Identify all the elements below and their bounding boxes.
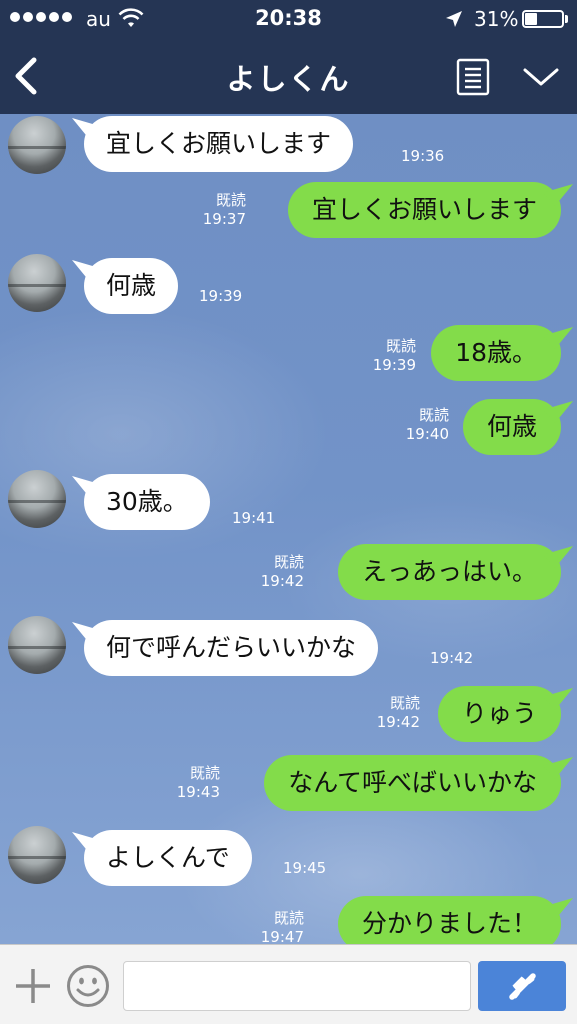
plus-icon	[16, 969, 50, 1003]
message-time: 19:45	[283, 859, 327, 877]
battery-icon	[522, 10, 564, 28]
attach-button[interactable]	[14, 967, 52, 1005]
chevron-down-icon	[523, 68, 559, 86]
status-bar: au 20:38 31%	[0, 0, 577, 38]
outgoing-message[interactable]: なんて呼べばいいかな	[264, 755, 561, 811]
message-time: 19:43	[176, 783, 220, 801]
message-time: 19:41	[232, 509, 276, 527]
incoming-message[interactable]: 宜しくお願いします	[84, 116, 354, 172]
outgoing-message[interactable]: 何歳	[462, 399, 561, 455]
message-meta: 既読 19:40	[403, 406, 449, 444]
smiley-icon	[67, 965, 109, 1007]
composer-bar	[0, 944, 577, 1024]
read-receipt: 既読	[273, 909, 304, 927]
read-receipt: 既読	[215, 191, 246, 209]
message-time: 19:39	[372, 356, 416, 374]
read-receipt: 既読	[389, 694, 420, 712]
chat-header: よしくん	[0, 38, 577, 114]
phone-icon	[509, 973, 536, 1000]
battery-percent: 31%	[474, 7, 519, 31]
message-meta: 既読 19:39	[370, 337, 416, 375]
menu-button[interactable]	[522, 62, 560, 92]
message-time: 19:40	[405, 425, 449, 443]
incoming-message[interactable]: 何歳	[84, 258, 179, 314]
message-time: 19:36	[401, 147, 445, 165]
message-time: 19:42	[260, 572, 304, 590]
read-receipt: 既読	[418, 406, 449, 424]
message-time: 19:37	[202, 210, 246, 228]
message-meta: 既読 19:43	[174, 764, 220, 802]
read-receipt: 既読	[189, 764, 220, 782]
chat-title: よしくん	[226, 62, 351, 96]
sticker-button[interactable]	[66, 964, 110, 1008]
read-receipt: 既読	[385, 337, 416, 355]
avatar[interactable]	[8, 616, 66, 674]
avatar[interactable]	[8, 254, 66, 312]
message-meta: 既読 19:47	[258, 909, 304, 944]
read-receipt: 既読	[273, 553, 304, 571]
location-arrow-icon	[446, 11, 462, 27]
battery-nub	[565, 15, 568, 23]
avatar[interactable]	[8, 826, 66, 884]
note-icon	[456, 58, 490, 96]
message-time: 19:39	[199, 287, 243, 305]
message-meta: 既読 19:42	[258, 553, 304, 591]
outgoing-message[interactable]: 宜しくお願いします	[287, 182, 561, 238]
memo-button[interactable]	[456, 58, 490, 96]
incoming-message[interactable]: よしくんで	[84, 830, 252, 886]
message-input[interactable]	[123, 961, 471, 1011]
outgoing-message[interactable]: りゅう	[437, 686, 561, 742]
avatar[interactable]	[8, 116, 66, 174]
avatar[interactable]	[8, 470, 66, 528]
incoming-message[interactable]: 30歳。	[84, 474, 210, 530]
call-button[interactable]	[478, 961, 566, 1011]
message-time: 19:47	[260, 928, 304, 944]
message-meta: 既読 19:42	[374, 694, 420, 732]
outgoing-message[interactable]: えっあっはい。	[337, 544, 561, 600]
chat-area[interactable]: 宜しくお願いします 19:36 既読 19:37 宜しくお願いします 何歳 19…	[0, 114, 577, 944]
outgoing-message[interactable]: 18歳。	[431, 325, 561, 381]
message-time: 19:42	[430, 649, 474, 667]
message-meta: 既読 19:37	[200, 191, 246, 229]
incoming-message[interactable]: 何で呼んだらいいかな	[84, 620, 379, 676]
message-time: 19:42	[376, 713, 420, 731]
outgoing-message[interactable]: 分かりました！	[337, 896, 561, 944]
